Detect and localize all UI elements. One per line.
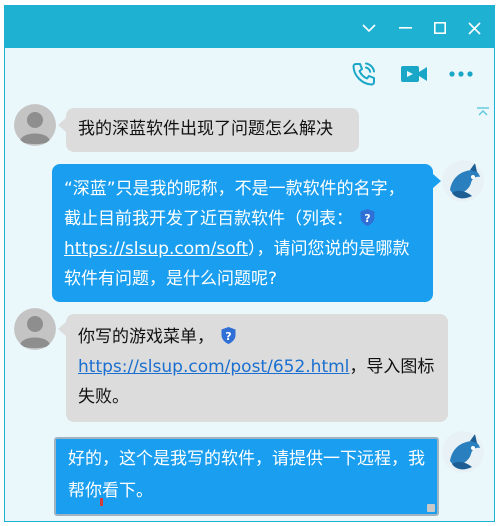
help-shield-icon[interactable]: ? (220, 325, 237, 344)
scroll-up-icon[interactable] (477, 102, 489, 116)
chat-toolbar (5, 48, 494, 98)
user-avatar[interactable] (14, 104, 56, 146)
minimize-icon[interactable] (391, 14, 419, 42)
software-list-link[interactable]: https://slsup.com/soft (64, 239, 248, 259)
message-bubble-outgoing[interactable]: “深蓝”只是我的昵称，不是一款软件的名字，截止目前我开发了近百款软件（列表：? h… (52, 164, 433, 302)
message-composer[interactable]: 好的，这个是我写的软件，请提供一下远程，我帮你看下。 (54, 437, 439, 516)
post-link[interactable]: https://slsup.com/post/652.html (78, 357, 349, 377)
help-shield-icon[interactable]: ? (359, 207, 376, 226)
maximize-icon[interactable] (426, 14, 454, 42)
message-bubble-incoming[interactable]: 我的深蓝软件出现了问题怎么解决 (66, 108, 359, 152)
title-bar (5, 6, 494, 48)
user-avatar[interactable] (14, 308, 56, 350)
message-bubble-incoming[interactable]: 你写的游戏菜单，? https://slsup.com/post/652.html… (66, 314, 448, 422)
self-avatar[interactable] (442, 431, 484, 473)
video-call-icon[interactable] (398, 60, 430, 88)
bubble-tail (433, 174, 441, 188)
composer-text: 好的，这个是我写的软件，请提供一下远程，我帮你看下。 (68, 449, 425, 501)
message-text: 我的深蓝软件出现了问题怎么解决 (78, 119, 333, 139)
message-text: “深蓝”只是我的昵称，不是一款软件的名字，截止目前我开发了近百款软件（列表： (64, 179, 405, 229)
chevron-down-icon[interactable] (355, 14, 383, 42)
svg-text:?: ? (364, 212, 370, 225)
close-icon[interactable] (460, 14, 488, 42)
chat-window: 我的深蓝软件出现了问题怎么解决 “深蓝”只是我的昵称，不是一款软件的名字，截止目… (4, 5, 495, 522)
bubble-tail (58, 322, 66, 336)
message-text: 你写的游戏菜单， (78, 327, 214, 347)
phone-call-icon[interactable] (348, 60, 380, 88)
text-cursor (100, 498, 103, 506)
bubble-tail (58, 118, 66, 132)
svg-text:?: ? (225, 330, 231, 343)
resize-handle[interactable] (427, 504, 435, 512)
more-dots-icon[interactable] (445, 60, 477, 88)
self-avatar[interactable] (442, 160, 484, 202)
